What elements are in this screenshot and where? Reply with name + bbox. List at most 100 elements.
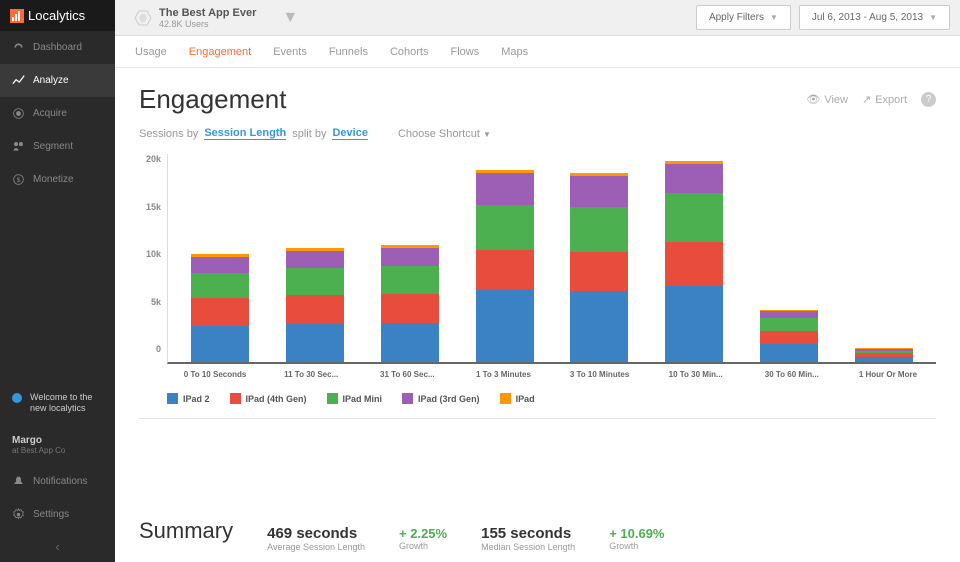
tab-flows[interactable]: Flows — [451, 38, 480, 66]
x-axis: 0 To 10 Seconds11 To 30 Sec...31 To 60 S… — [139, 370, 936, 379]
page-title: Engagement — [139, 84, 286, 115]
bar-segment — [570, 176, 628, 206]
bar-segment — [286, 268, 344, 296]
bar-segment — [286, 324, 344, 362]
metric-avg-session: 469 secondsAverage Session Length — [267, 525, 365, 552]
bar-segment — [191, 257, 249, 272]
brand-label: Localytics — [28, 8, 85, 23]
shortcut-selector[interactable]: Choose Shortcut ▼ — [398, 128, 491, 140]
engagement-chart: 20k15k10k5k0 0 To 10 Seconds11 To 30 Sec… — [139, 154, 936, 518]
sidebar-welcome[interactable]: Welcome to the new localytics — [0, 382, 115, 425]
bar-segment — [286, 295, 344, 324]
bar-segment — [760, 344, 818, 362]
help-icon: ? — [921, 92, 936, 107]
legend-item[interactable]: IPad — [500, 393, 535, 404]
bar-segment — [476, 290, 534, 362]
legend-swatch — [500, 393, 511, 404]
chart-plot — [167, 154, 936, 364]
caret-down-icon: ▼ — [483, 130, 491, 139]
metric-avg-growth: + 2.25%Growth — [399, 526, 447, 551]
bar-segment — [570, 252, 628, 291]
bar-segment — [665, 242, 723, 286]
bar-segment — [760, 318, 818, 330]
bar-col[interactable] — [839, 348, 928, 362]
caret-down-icon: ▼ — [770, 13, 778, 22]
metric-median-session: 155 secondsMedian Session Length — [481, 525, 575, 552]
sidebar-item-settings[interactable]: Settings — [0, 498, 115, 531]
sidebar-user[interactable]: Margoat Best App Co — [0, 425, 115, 465]
dimension-selector[interactable]: Device — [332, 127, 367, 140]
bar-segment — [381, 248, 439, 266]
view-button[interactable]: 👁View — [806, 93, 848, 106]
app-selector[interactable]: The Best App Ever 42.8K Users ▼ — [125, 3, 306, 33]
sidebar-item-segment[interactable]: Segment — [0, 130, 115, 163]
bar-col[interactable] — [271, 248, 360, 362]
tabs: Usage Engagement Events Funnels Cohorts … — [115, 36, 960, 68]
chevron-left-icon: ‹ — [55, 539, 59, 554]
bar-segment — [665, 193, 723, 242]
legend-item[interactable]: IPad Mini — [327, 393, 383, 404]
legend-swatch — [402, 393, 413, 404]
date-range-button[interactable]: Jul 6, 2013 - Aug 5, 2013▼ — [799, 5, 950, 30]
metric-median-growth: + 10.69%Growth — [609, 526, 664, 551]
sidebar-item-analyze[interactable]: Analyze — [0, 64, 115, 97]
svg-text:$: $ — [17, 177, 21, 184]
legend-item[interactable]: IPad 2 — [167, 393, 210, 404]
sidebar-item-notifications[interactable]: Notifications — [0, 465, 115, 498]
tab-cohorts[interactable]: Cohorts — [390, 38, 429, 66]
bar-col[interactable] — [555, 173, 644, 362]
info-icon — [12, 393, 22, 403]
bar-col[interactable] — [745, 310, 834, 362]
topbar: The Best App Ever 42.8K Users ▼ Apply Fi… — [115, 0, 960, 36]
bar-segment — [476, 205, 534, 250]
bar-segment — [760, 331, 818, 344]
chart-filters: Sessions by Session Length split by Devi… — [139, 127, 936, 140]
apply-filters-button[interactable]: Apply Filters▼ — [696, 5, 791, 30]
legend-swatch — [230, 393, 241, 404]
bar-segment — [191, 326, 249, 362]
bar-segment — [286, 251, 344, 268]
bar-segment — [665, 164, 723, 194]
summary-title: Summary — [139, 518, 233, 544]
hex-icon — [133, 8, 153, 28]
legend-swatch — [327, 393, 338, 404]
bar-segment — [191, 298, 249, 326]
tab-funnels[interactable]: Funnels — [329, 38, 368, 66]
summary: Summary 469 secondsAverage Session Lengt… — [139, 518, 936, 552]
export-button[interactable]: ↗Export — [862, 93, 907, 106]
help-button[interactable]: ? — [921, 92, 936, 107]
sidebar-item-acquire[interactable]: Acquire — [0, 97, 115, 130]
y-axis: 20k15k10k5k0 — [139, 154, 167, 364]
brand[interactable]: Localytics — [0, 0, 115, 31]
bar-segment — [665, 286, 723, 362]
bar-segment — [191, 273, 249, 299]
legend-item[interactable]: IPad (3rd Gen) — [402, 393, 480, 404]
metric-selector[interactable]: Session Length — [204, 127, 286, 140]
chart-legend: IPad 2 IPad (4th Gen) IPad Mini IPad (3rd G… — [139, 379, 936, 419]
bar-segment — [855, 357, 913, 362]
tab-events[interactable]: Events — [273, 38, 307, 66]
bar-segment — [381, 294, 439, 323]
export-icon: ↗ — [862, 93, 871, 106]
bar-segment — [760, 311, 818, 319]
caret-down-icon: ▼ — [929, 13, 937, 22]
bar-col[interactable] — [176, 254, 265, 362]
brand-icon — [10, 9, 24, 23]
legend-swatch — [167, 393, 178, 404]
tab-maps[interactable]: Maps — [501, 38, 528, 66]
tab-usage[interactable]: Usage — [135, 38, 167, 66]
sidebar-collapse[interactable]: ‹ — [0, 531, 115, 562]
bar-segment — [570, 291, 628, 362]
caret-down-icon: ▼ — [282, 9, 298, 27]
sidebar-item-monetize[interactable]: $Monetize — [0, 163, 115, 196]
eye-icon: 👁 — [806, 93, 820, 106]
tab-engagement[interactable]: Engagement — [189, 38, 251, 66]
legend-item[interactable]: IPad (4th Gen) — [230, 393, 307, 404]
bar-col[interactable] — [650, 161, 739, 362]
bar-segment — [570, 207, 628, 252]
bar-col[interactable] — [366, 245, 455, 362]
bar-col[interactable] — [460, 170, 549, 362]
sidebar: Localytics Dashboard Analyze Acquire Seg… — [0, 0, 115, 562]
sidebar-item-dashboard[interactable]: Dashboard — [0, 31, 115, 64]
bar-segment — [381, 323, 439, 362]
